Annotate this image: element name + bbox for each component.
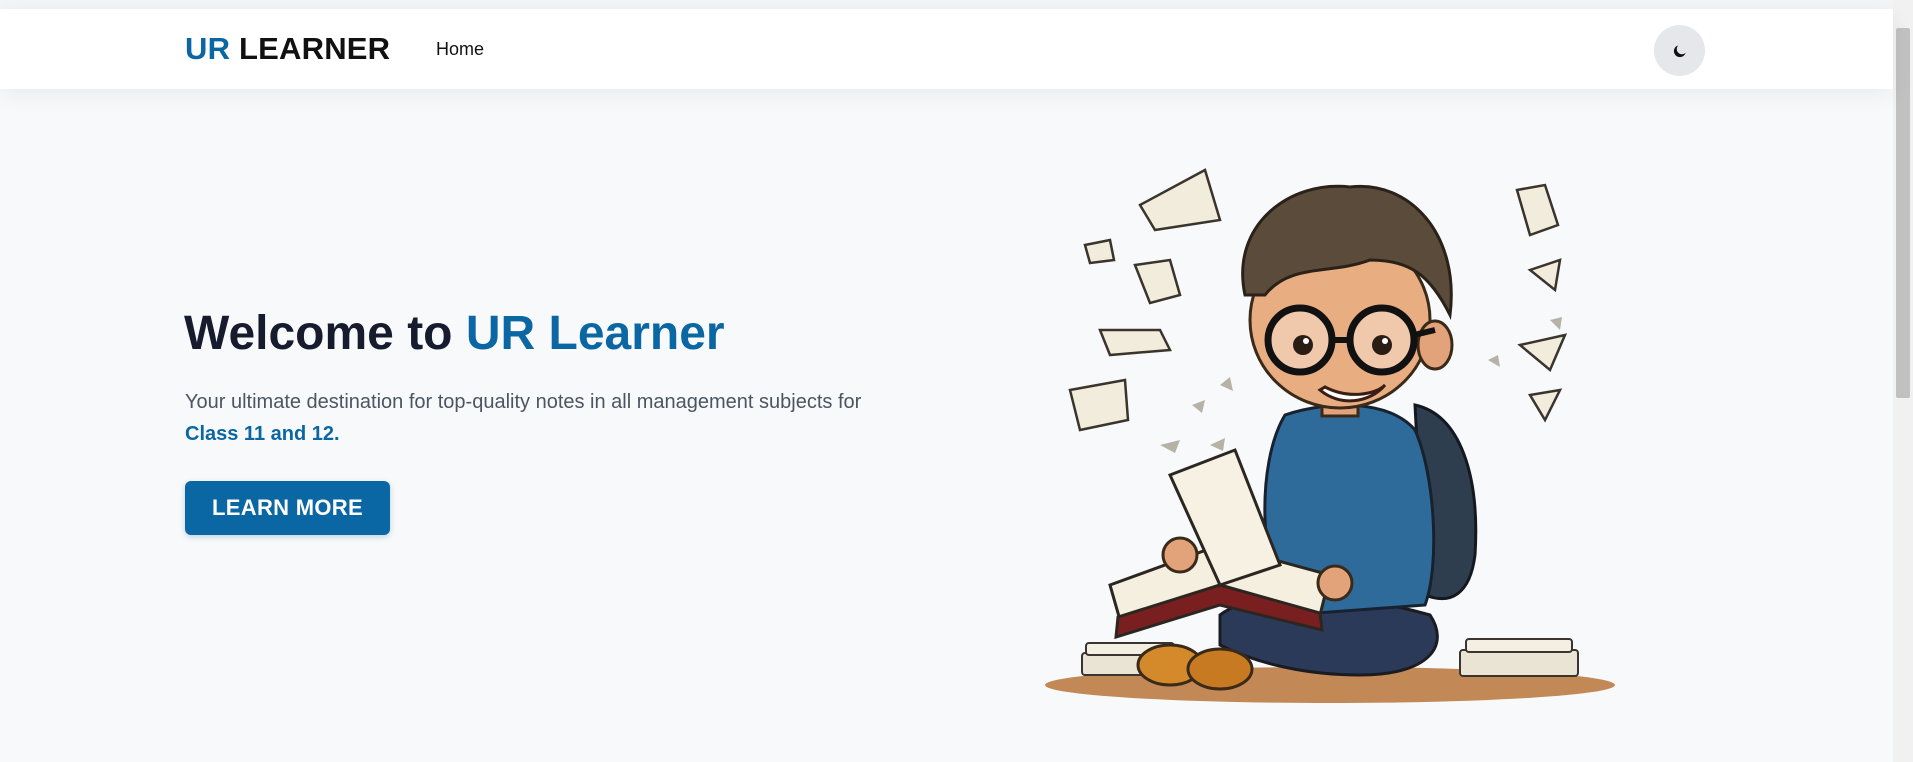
moon-icon (1673, 44, 1686, 57)
navbar: UR LEARNER Home (0, 9, 1893, 89)
hero-description-highlight: Class 11 and 12. (185, 423, 340, 445)
theme-toggle-button[interactable] (1654, 25, 1705, 76)
scrollbar-thumb[interactable] (1896, 28, 1910, 398)
hero-description-text: Your ultimate destination for top-qualit… (185, 391, 862, 413)
learn-more-button[interactable]: LEARN MORE (185, 481, 390, 535)
hero-title: Welcome to UR Learner (184, 306, 725, 361)
logo-accent-text: UR (185, 31, 231, 66)
boy-reading-book-illustration (1045, 168, 1615, 703)
hero-title-prefix: Welcome to (184, 307, 453, 360)
site-logo[interactable]: UR LEARNER (185, 31, 391, 66)
page: UR LEARNER Home Welcome to UR Learner Yo… (0, 0, 1913, 762)
logo-text: LEARNER (239, 31, 391, 66)
vertical-scrollbar[interactable] (1893, 0, 1913, 762)
nav-link-home[interactable]: Home (436, 39, 484, 61)
hero-description: Your ultimate destination for top-qualit… (185, 386, 945, 450)
top-strip (0, 0, 1893, 9)
hero-title-brand: UR Learner (465, 307, 725, 360)
